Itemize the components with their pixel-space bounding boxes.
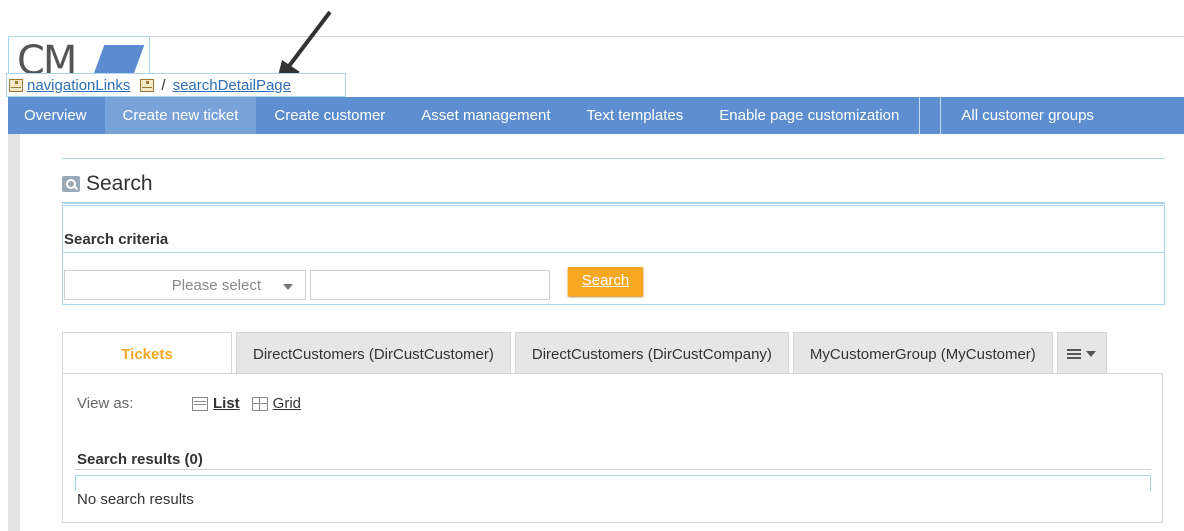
nav-divider [919, 97, 942, 134]
nav-create-customer[interactable]: Create customer [256, 97, 403, 134]
nav-text-templates[interactable]: Text templates [569, 97, 702, 134]
criteria-divider [63, 252, 1164, 253]
search-input[interactable] [310, 270, 550, 300]
search-header-divider [62, 202, 1165, 204]
grid-icon [251, 396, 268, 411]
view-list-label: List [213, 395, 240, 412]
search-title: Search [86, 172, 153, 195]
view-as-label: View as: [77, 395, 134, 412]
results-list-frame [75, 475, 1151, 491]
search-header: Search [62, 172, 153, 196]
logo-text: CM [17, 38, 77, 76]
criteria-select[interactable]: Please select [64, 270, 306, 300]
nav-overview[interactable]: Overview [8, 97, 105, 134]
search-panel: Search Search criteria Please select Sea… [62, 158, 1165, 305]
tab-direct-customers-company[interactable]: DirectCustomers (DirCustCompany) [514, 332, 789, 374]
menu-icon [1067, 348, 1082, 359]
tabs-overflow-menu[interactable] [1056, 332, 1107, 374]
results-panel: Tickets DirectCustomers (DirCustCustomer… [62, 332, 1163, 523]
nav-enable-page-customization[interactable]: Enable page customization [701, 97, 917, 134]
tab-my-customer-group[interactable]: MyCustomerGroup (MyCustomer) [792, 332, 1053, 374]
logo: CM [8, 36, 150, 76]
main-nav: Overview Create new ticket Create custom… [8, 97, 1184, 134]
sitemap-icon [9, 78, 23, 92]
search-button[interactable]: Search [568, 267, 643, 296]
results-tabs: Tickets DirectCustomers (DirCustCustomer… [62, 332, 1111, 374]
sitemap-icon [140, 78, 155, 92]
view-list-option[interactable]: List [192, 395, 240, 412]
chevron-down-icon [283, 284, 293, 290]
results-divider [75, 469, 1151, 470]
left-sidebar-bar [8, 134, 20, 531]
criteria-select-value: Please select [171, 277, 261, 294]
search-results-title: Search results (0) [77, 451, 203, 468]
search-criteria-label: Search criteria [64, 231, 169, 248]
breadcrumb: navigationLinks / searchDetailPage [6, 73, 346, 97]
chevron-down-icon [1086, 350, 1097, 357]
view-grid-option[interactable]: Grid [251, 395, 302, 412]
no-results-message: No search results [77, 491, 194, 508]
customer-groups-selector[interactable]: All customer groups [943, 97, 1112, 134]
tab-direct-customers-customer[interactable]: DirectCustomers (DirCustCustomer) [236, 332, 511, 374]
search-criteria-box: Search criteria Please select Search [62, 205, 1165, 305]
view-as-row: View as: List Grid [77, 395, 313, 412]
results-content: View as: List Grid Search results (0) No… [62, 373, 1163, 523]
breadcrumb-navigation-links[interactable]: navigationLinks [27, 77, 130, 94]
search-icon [62, 176, 80, 192]
tab-tickets[interactable]: Tickets [62, 332, 232, 374]
view-grid-label: Grid [272, 395, 302, 412]
breadcrumb-search-detail-page[interactable]: searchDetailPage [173, 77, 291, 94]
nav-asset-management[interactable]: Asset management [403, 97, 568, 134]
panel-top-border [62, 158, 1165, 159]
logo-mark [89, 45, 145, 75]
breadcrumb-separator: / [161, 76, 166, 94]
list-icon [192, 396, 208, 411]
nav-create-new-ticket[interactable]: Create new ticket [104, 97, 257, 134]
